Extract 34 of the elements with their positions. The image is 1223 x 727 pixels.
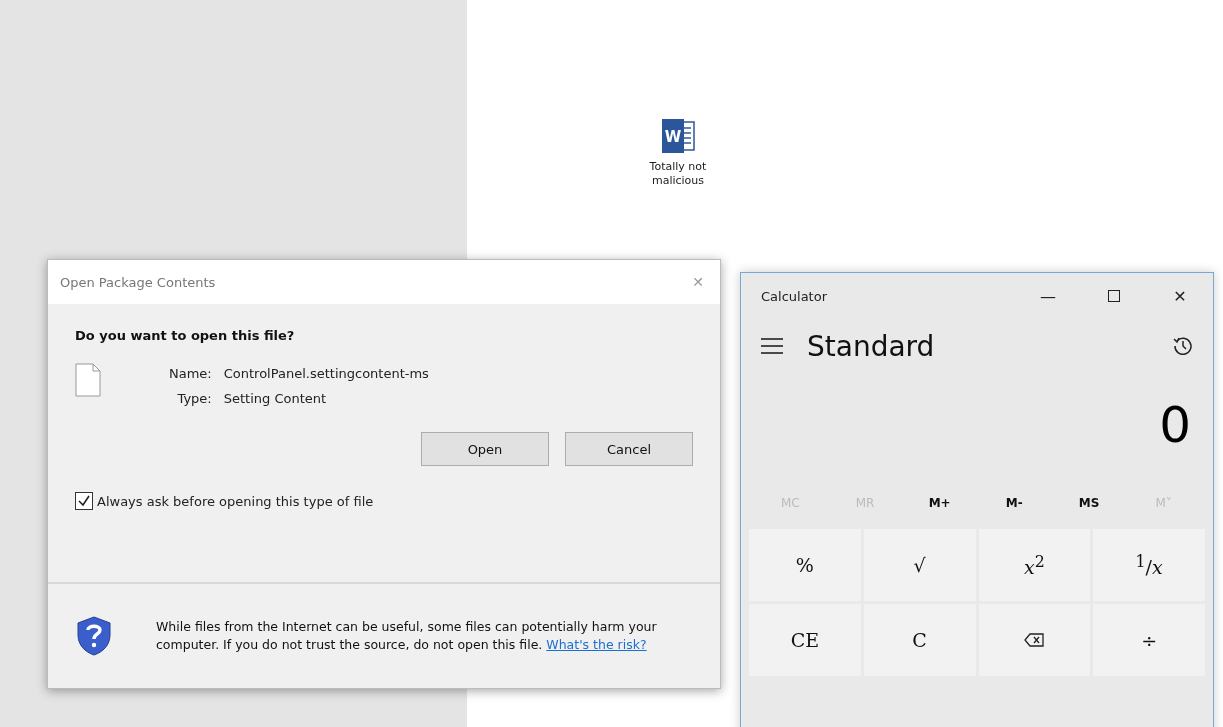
calculator-key[interactable]: √ <box>863 529 976 601</box>
menu-icon[interactable] <box>761 338 783 354</box>
memory-button[interactable]: M- <box>999 492 1029 514</box>
file-icon <box>75 363 101 397</box>
window-title: Open Package Contents <box>60 274 216 290</box>
warning-text: While files from the Internet can be useful, some files can potentially harm your computer. If you do not trust the source, do not open this file. What's the risk? <box>156 618 658 654</box>
mode-title: Standard <box>807 329 936 363</box>
calculator-key[interactable]: $^{1}$/x <box>1093 529 1205 601</box>
open-button[interactable]: Open <box>421 432 549 466</box>
backspace-icon <box>1024 633 1045 647</box>
calculator-key[interactable]: CE <box>749 604 861 676</box>
history-icon[interactable] <box>1173 336 1193 356</box>
calculator-key[interactable]: ÷ <box>1093 604 1205 676</box>
checkbox[interactable] <box>75 492 93 510</box>
memory-button[interactable]: M+ <box>922 492 957 514</box>
close-button[interactable]: ✕ <box>1147 273 1213 319</box>
checkbox-label: Always ask before opening this type of file <box>97 493 374 509</box>
field-label: Name: <box>169 366 212 381</box>
shield-question-icon <box>76 615 112 657</box>
file-name: Totally not malicious <box>648 160 708 189</box>
calculator-key[interactable]: x$^{2}$ <box>978 529 1091 601</box>
display-value: 0 <box>1159 396 1191 454</box>
memory-button[interactable]: MS <box>1072 492 1106 514</box>
question-text: Do you want to open this file? <box>75 328 296 343</box>
maximize-icon <box>1108 290 1120 302</box>
window-title: Calculator <box>761 288 828 304</box>
field-value: Setting Content <box>223 391 328 406</box>
minimize-button[interactable]: — <box>1015 273 1081 319</box>
field-value: ControlPanel.settingcontent-ms <box>223 366 429 381</box>
calculator-key[interactable]: C <box>863 604 976 676</box>
field-label: Type: <box>176 391 212 406</box>
cancel-button[interactable]: Cancel <box>565 432 693 466</box>
risk-link[interactable]: What's the risk? <box>546 637 647 652</box>
calculator-key[interactable]: % <box>749 529 861 601</box>
